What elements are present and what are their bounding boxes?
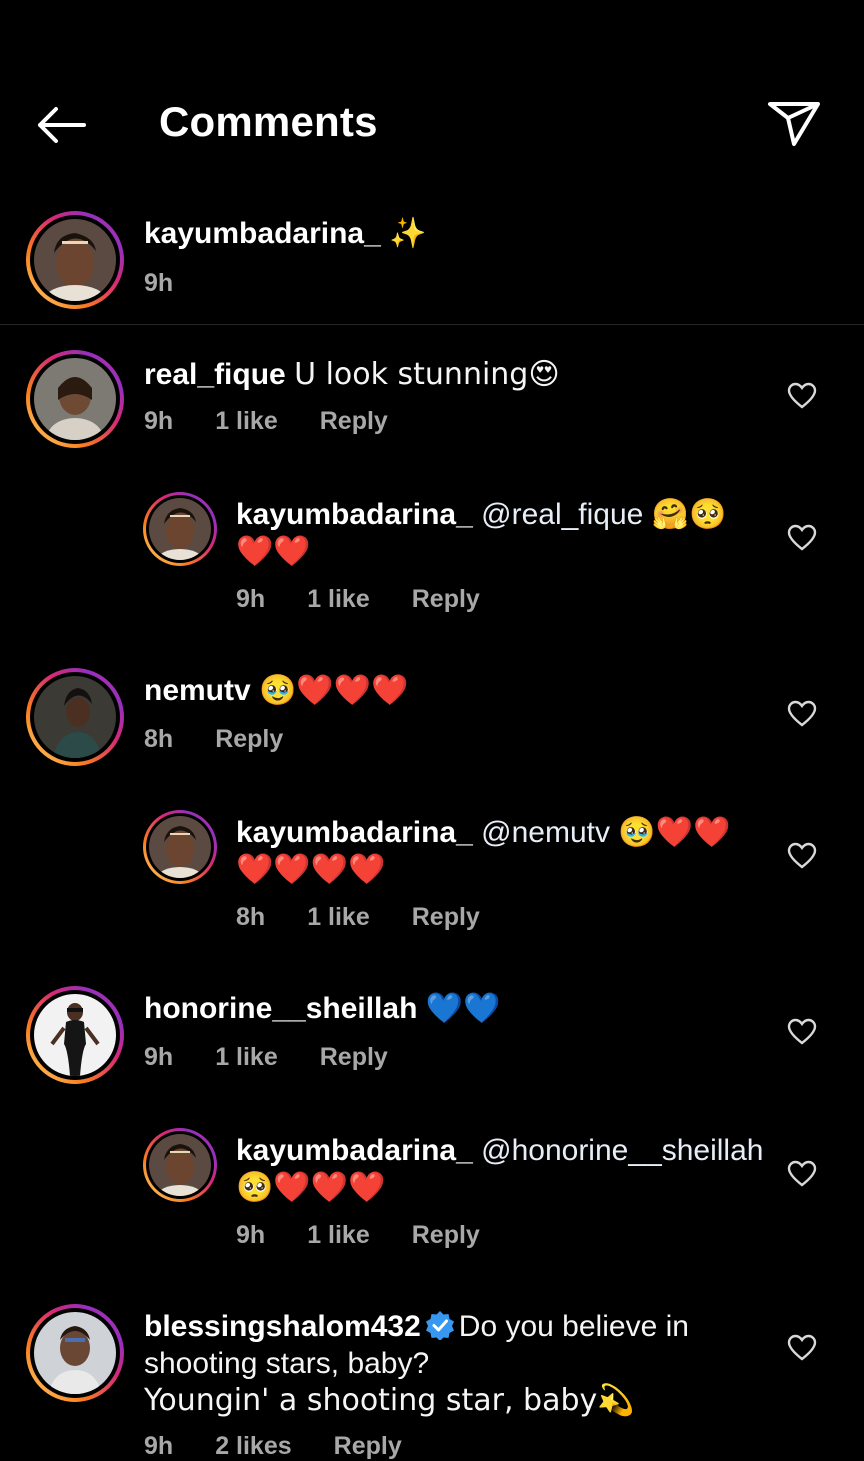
comment-body-line-1: Do you believe in (458, 1310, 689, 1343)
heart-icon[interactable] (787, 842, 817, 870)
avatar[interactable] (143, 1128, 217, 1202)
avatar[interactable] (26, 986, 124, 1084)
comment-meta: 9h 1 like Reply (144, 407, 430, 436)
comment-text: kayumbadarina_ @honorine__sheillah 🥺❤️❤️… (236, 1132, 776, 1206)
caption-meta: 9h (144, 269, 215, 298)
username[interactable]: kayumbadarina_ (236, 816, 473, 849)
timestamp: 9h (144, 1432, 174, 1460)
username[interactable]: real_fique (144, 358, 286, 391)
comment-text: nemutv 🥹❤️❤️❤️ (144, 672, 408, 709)
send-paper-plane-icon[interactable] (766, 98, 822, 148)
like-count[interactable]: 1 like (307, 1221, 370, 1249)
comment-text: honorine__sheillah 💙💙 (144, 990, 500, 1027)
username[interactable]: nemutv (144, 674, 251, 707)
comment-meta: 9h 2 likes Reply (144, 1432, 444, 1461)
comment-meta: 9h 1 like Reply (144, 1043, 430, 1072)
reply-button[interactable]: Reply (320, 407, 388, 435)
username[interactable]: blessingshalom432 (144, 1310, 421, 1343)
heart-icon[interactable] (787, 1160, 817, 1188)
timestamp: 9h (236, 1221, 266, 1249)
avatar[interactable] (26, 350, 124, 448)
heart-icon[interactable] (787, 1018, 817, 1046)
like-count[interactable]: 2 likes (215, 1432, 291, 1460)
like-count[interactable]: 1 like (215, 407, 278, 435)
mention-link[interactable]: @nemutv (481, 816, 610, 849)
reply-button[interactable]: Reply (215, 725, 283, 753)
heart-icon[interactable] (787, 524, 817, 552)
mention-link[interactable]: @real_fique (481, 498, 643, 531)
comment-body-line-3: Youngin' a shooting star, baby💫 (144, 1383, 635, 1418)
username[interactable]: kayumbadarina_ (236, 498, 473, 531)
timestamp: 9h (236, 585, 266, 613)
caption-body: ✨ (389, 216, 427, 251)
comment-body-line-2: shooting stars, baby? (144, 1347, 430, 1380)
timestamp: 9h (144, 269, 174, 297)
comment-meta: 9h 1 like Reply (236, 1221, 522, 1250)
comment-body: U look stunning😍 (294, 357, 560, 392)
mention-link[interactable]: @honorine__sheillah (481, 1134, 763, 1167)
post-caption: kayumbadarina_ ✨ 9h (0, 205, 864, 325)
username[interactable]: honorine__sheillah (144, 992, 417, 1025)
comment-meta: 8h Reply (144, 725, 325, 754)
username[interactable]: kayumbadarina_ (144, 217, 381, 250)
heart-icon[interactable] (787, 382, 817, 410)
reply-button[interactable]: Reply (412, 1221, 480, 1249)
comment-text: kayumbadarina_ @nemutv 🥹❤️❤️ ❤️❤️❤️❤️ (236, 814, 746, 888)
comment-text: kayumbadarina_ @real_fique 🤗🥺 ❤️❤️ (236, 496, 756, 570)
heart-icon[interactable] (787, 700, 817, 728)
verified-badge-icon (425, 1311, 454, 1340)
timestamp: 9h (144, 407, 174, 435)
reply-button[interactable]: Reply (412, 903, 480, 931)
reply-button[interactable]: Reply (334, 1432, 402, 1460)
like-count[interactable]: 1 like (215, 1043, 278, 1071)
heart-icon[interactable] (787, 1334, 817, 1362)
reply-button[interactable]: Reply (412, 585, 480, 613)
timestamp: 8h (144, 725, 174, 753)
like-count[interactable]: 1 like (307, 903, 370, 931)
like-count[interactable]: 1 like (307, 585, 370, 613)
comment-meta: 8h 1 like Reply (236, 903, 522, 932)
page-title: Comments (159, 98, 378, 145)
avatar[interactable] (26, 668, 124, 766)
comment-text: blessingshalom432 Do you believe in shoot… (144, 1308, 764, 1419)
username[interactable]: kayumbadarina_ (236, 1134, 473, 1167)
top-bar: Comments (0, 0, 864, 200)
timestamp: 8h (236, 903, 266, 931)
avatar[interactable] (26, 211, 124, 309)
avatar[interactable] (143, 810, 217, 884)
timestamp: 9h (144, 1043, 174, 1071)
reply-button[interactable]: Reply (320, 1043, 388, 1071)
arrow-left-icon[interactable] (34, 104, 90, 146)
comment-text: real_fique U look stunning😍 (144, 356, 560, 393)
avatar[interactable] (26, 1304, 124, 1402)
comment-meta: 9h 1 like Reply (236, 585, 522, 614)
avatar[interactable] (143, 492, 217, 566)
comment-body: 🥺❤️❤️❤️ (236, 1170, 386, 1205)
comment-body: 🥹❤️❤️❤️ (259, 673, 409, 708)
comment-body: 💙💙 (425, 991, 501, 1026)
caption-text: kayumbadarina_ ✨ (144, 215, 426, 252)
